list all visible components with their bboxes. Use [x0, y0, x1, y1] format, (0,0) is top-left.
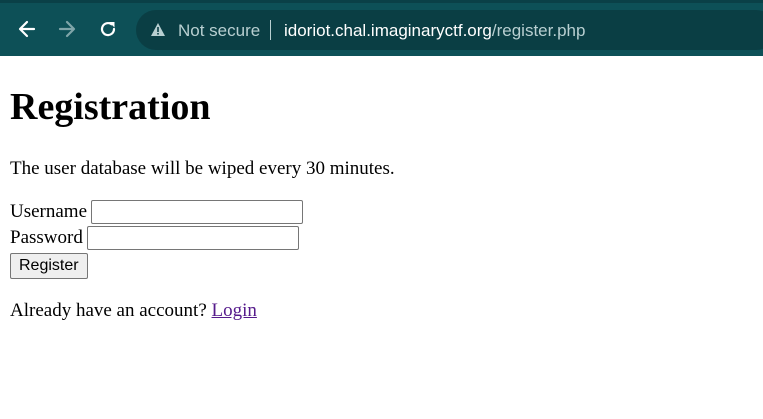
password-input[interactable]	[86, 226, 299, 250]
browser-toolbar: Not secure idoriot.chal.imaginaryctf.org…	[0, 0, 763, 56]
reload-button[interactable]	[94, 15, 122, 43]
security-status-label[interactable]: Not secure	[178, 21, 260, 41]
username-label: Username	[10, 201, 88, 222]
page-title: Registration	[10, 86, 211, 128]
back-button[interactable]	[13, 15, 41, 43]
url-text[interactable]: idoriot.chal.imaginaryctf.org/register.p…	[284, 21, 585, 41]
url-path: /register.php	[491, 21, 586, 40]
username-row: Username	[10, 200, 304, 224]
reload-icon	[100, 21, 116, 37]
url-separator	[270, 20, 271, 40]
password-row: Password	[10, 226, 299, 250]
arrow-left-icon	[18, 20, 36, 38]
wipe-notice: The user database will be wiped every 30…	[10, 158, 395, 179]
password-label: Password	[10, 227, 83, 248]
login-prompt-text: Already have an account?	[10, 300, 207, 321]
forward-button[interactable]	[53, 15, 81, 43]
arrow-right-icon	[58, 20, 76, 38]
login-prompt-line: Already have an account? Login	[10, 300, 257, 322]
url-host: idoriot.chal.imaginaryctf.org	[284, 21, 492, 40]
address-bar[interactable]: Not secure idoriot.chal.imaginaryctf.org…	[136, 10, 763, 50]
register-button[interactable]: Register	[10, 253, 88, 279]
warning-triangle-icon[interactable]	[150, 22, 166, 42]
username-input[interactable]	[91, 200, 304, 224]
login-link[interactable]: Login	[212, 300, 257, 321]
